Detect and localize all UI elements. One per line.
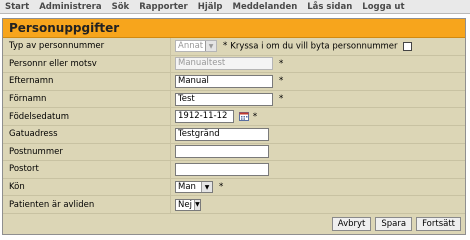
row-fodelsedatum: Födelsedatum 1912-11-12 * (3, 107, 465, 126)
required-mark: * (278, 76, 284, 87)
menu-administrera[interactable]: Administrera (34, 2, 106, 12)
row-postnummer: Postnummer (3, 143, 465, 162)
menu-logga-ut[interactable]: Logga ut (357, 2, 409, 12)
row-personnr: Personnr eller motsv Manualtest * (3, 55, 465, 74)
fodelsedatum-field[interactable]: 1912-11-12 (175, 110, 234, 124)
row-avliden: Patienten är avliden Nej ▼ (3, 195, 465, 214)
calendar-icon[interactable] (238, 112, 249, 122)
row-efternamn: Efternamn Manual * (3, 72, 465, 91)
menu-sok[interactable]: Sök (107, 2, 135, 12)
cancel-button[interactable]: Avbryt (331, 217, 372, 231)
personnr-field[interactable]: Manualtest (175, 57, 273, 71)
menu-las-sidan[interactable]: Lås sidan (302, 2, 357, 12)
efternamn-label: Efternamn (3, 72, 171, 91)
row-gatuadress: Gatuadress Testgränd (3, 125, 465, 144)
gatuadress-field[interactable]: Testgränd (175, 127, 269, 141)
avliden-select[interactable]: Nej ▼ (175, 198, 201, 211)
required-mark: * (278, 94, 284, 105)
row-kon: Kön Man ▼ * (3, 178, 465, 197)
avliden-value: Nej (178, 199, 192, 210)
chevron-down-icon: ▼ (205, 41, 216, 52)
postnummer-label: Postnummer (3, 143, 171, 162)
typ-note: Kryssa i om du vill byta personnummer (230, 41, 398, 52)
menu-start[interactable]: Start (0, 2, 34, 12)
typ-value: Annat (178, 41, 204, 52)
row-typ: Typ av personnummer Annat ▼ * Kryssa i o… (3, 38, 465, 56)
fodelsedatum-label: Födelsedatum (3, 107, 171, 126)
required-mark: * (252, 111, 258, 122)
menu-meddelanden[interactable]: Meddelanden (228, 2, 303, 12)
typ-label: Typ av personnummer (3, 38, 171, 56)
avliden-label: Patienten är avliden (3, 195, 171, 214)
required-mark: * (278, 58, 284, 69)
chevron-down-icon: ▼ (201, 182, 212, 193)
postort-label: Postort (3, 160, 171, 179)
required-mark: * (222, 41, 228, 52)
fornamn-label: Förnamn (3, 90, 171, 109)
top-menu-bar: Start Administrera Sök Rapporter Hjälp M… (0, 0, 470, 14)
required-mark: * (218, 182, 224, 193)
kon-value: Man (178, 182, 196, 193)
kon-label: Kön (3, 178, 171, 197)
save-button[interactable]: Spara (375, 217, 413, 231)
row-fornamn: Förnamn Test * (3, 90, 465, 109)
efternamn-field[interactable]: Manual (175, 74, 273, 88)
gatuadress-label: Gatuadress (3, 125, 171, 144)
continue-button[interactable]: Fortsätt (416, 217, 461, 231)
person-form: Typ av personnummer Annat ▼ * Kryssa i o… (3, 38, 465, 214)
change-personnr-checkbox[interactable] (403, 41, 413, 51)
fornamn-field[interactable]: Test (175, 92, 273, 106)
panel-title: Personuppgifter (3, 19, 465, 38)
personnr-label: Personnr eller motsv (3, 55, 171, 74)
row-postort: Postort (3, 160, 465, 179)
chevron-down-icon: ▼ (193, 199, 200, 210)
postort-field[interactable] (175, 162, 269, 176)
person-form-panel: Personuppgifter Typ av personnummer Anna… (2, 18, 466, 235)
postnummer-field[interactable] (175, 145, 269, 159)
kon-select[interactable]: Man ▼ (175, 181, 213, 194)
typ-select[interactable]: Annat ▼ (175, 40, 217, 53)
form-actions: Avbryt Spara Fortsätt (3, 214, 465, 234)
menu-rapporter[interactable]: Rapporter (134, 2, 193, 12)
menu-hjalp[interactable]: Hjälp (193, 2, 228, 12)
